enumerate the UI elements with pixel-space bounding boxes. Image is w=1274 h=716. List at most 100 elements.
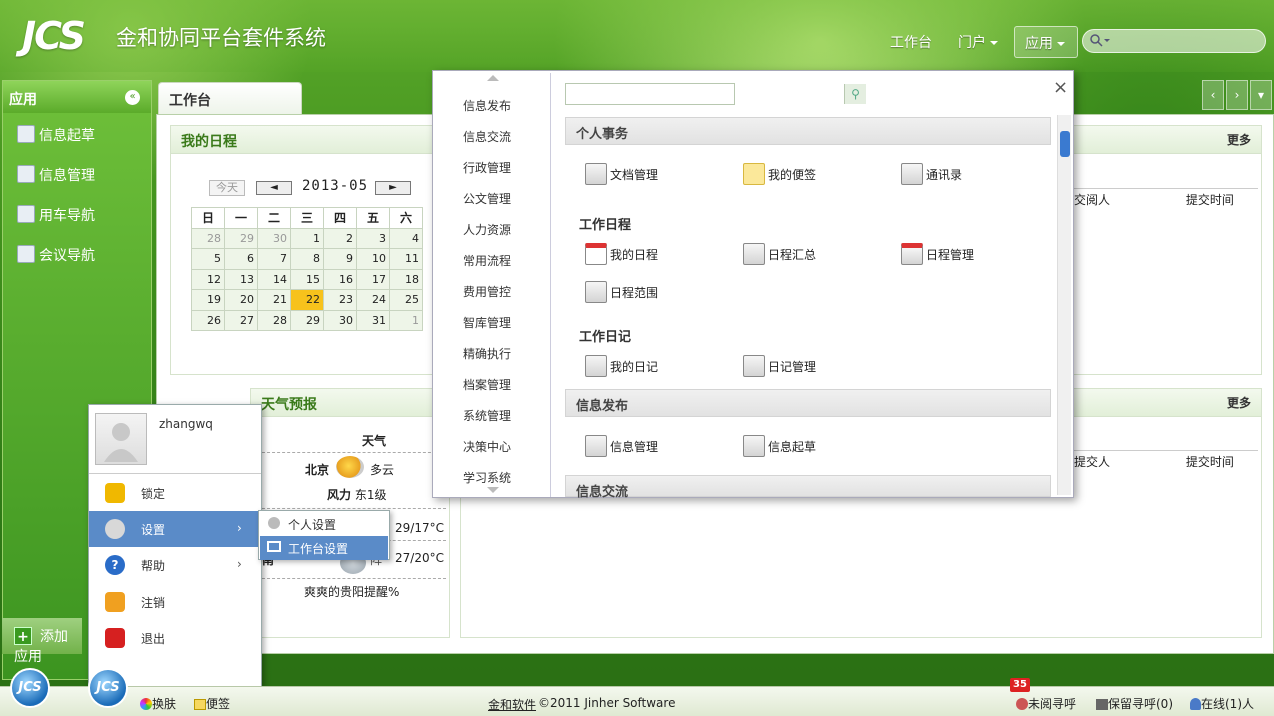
calendar-day[interactable]: 12 [191, 268, 225, 290]
calendar-day[interactable]: 30 [257, 227, 291, 249]
more-link[interactable]: 更多 [1227, 133, 1251, 147]
category-item[interactable]: 系统管理 [435, 399, 549, 430]
left-item-info-manage[interactable]: 信息管理 [3, 157, 151, 193]
category-item[interactable]: 档案管理 [435, 368, 549, 399]
calendar-day[interactable]: 15 [290, 268, 324, 290]
lock-item[interactable]: 锁定 [89, 475, 261, 511]
app-info-draft[interactable]: 信息起草 [743, 435, 816, 457]
prev-month-button[interactable]: ◄ [256, 181, 292, 195]
left-item-draft[interactable]: 信息起草 [3, 117, 151, 153]
calendar-day[interactable]: 28 [191, 227, 225, 249]
calendar-day[interactable]: 4 [389, 227, 423, 249]
category-item[interactable]: 决策中心 [435, 430, 549, 461]
today-button[interactable]: 今天 [209, 180, 245, 196]
app-search-input[interactable]: ⚲ [565, 83, 866, 105]
tab-scroll-right-icon[interactable]: › [1226, 80, 1248, 110]
tab-workbench[interactable]: 工作台 [158, 82, 302, 114]
category-item[interactable]: 费用管控 [435, 275, 549, 306]
nav-workbench[interactable]: 工作台 [890, 32, 932, 52]
calendar-day[interactable]: 25 [389, 289, 423, 311]
category-item[interactable]: 公文管理 [435, 182, 549, 213]
app-doc-manage[interactable]: 文档管理 [585, 163, 658, 185]
calendar-day[interactable]: 14 [257, 268, 291, 290]
calendar-day[interactable]: 2 [323, 227, 357, 249]
exit-item[interactable]: 退出 [89, 620, 261, 656]
unread-pager[interactable]: 未阅寻呼 [1016, 695, 1076, 712]
app-my-notes[interactable]: 我的便签 [743, 163, 816, 185]
brand-link[interactable]: 金和软件 [488, 696, 536, 713]
app-contacts[interactable]: 通讯录 [901, 163, 962, 185]
calendar-day[interactable]: 9 [323, 248, 357, 270]
calendar-day[interactable]: 20 [224, 289, 258, 311]
start-orb[interactable]: JCS [10, 668, 50, 708]
tab-menu-icon[interactable]: ▾ [1250, 80, 1272, 110]
start-orb-active[interactable]: JCS [88, 668, 128, 708]
calendar-day[interactable]: 27 [224, 309, 258, 331]
tab-scroll-left-icon[interactable]: ‹ [1202, 80, 1224, 110]
app-my-schedule[interactable]: 我的日程 [585, 243, 658, 265]
workbench-settings-item[interactable]: 工作台设置 [260, 536, 388, 560]
calendar-day[interactable]: 5 [191, 248, 225, 270]
left-item-car-nav[interactable]: 用车导航 [3, 197, 151, 233]
calendar-day[interactable]: 11 [389, 248, 423, 270]
calendar-day[interactable]: 31 [356, 309, 390, 331]
calendar-day[interactable]: 3 [356, 227, 390, 249]
scroll-down-icon[interactable] [487, 487, 499, 493]
more-link[interactable]: 更多 [1227, 396, 1251, 410]
calendar-day[interactable]: 10 [356, 248, 390, 270]
calendar-day[interactable]: 21 [257, 289, 291, 311]
left-item-meeting-nav[interactable]: 会议导航 [3, 237, 151, 273]
calendar-day[interactable]: 1 [290, 227, 324, 249]
calendar-day[interactable]: 30 [323, 309, 357, 331]
settings-item[interactable]: 设置 › [89, 511, 261, 547]
calendar-day[interactable]: 24 [356, 289, 390, 311]
calendar-day[interactable]: 8 [290, 248, 324, 270]
calendar-day[interactable]: 1 [389, 309, 423, 331]
calendar-day[interactable]: 18 [389, 268, 423, 290]
help-item[interactable]: ? 帮助 › [89, 547, 261, 583]
search-icon[interactable]: ⚲ [844, 84, 866, 104]
logout-item[interactable]: 注销 [89, 584, 261, 620]
calendar-day[interactable]: 29 [290, 309, 324, 331]
online-users[interactable]: 在线(1)人 [1190, 695, 1254, 712]
scroll-up-icon[interactable] [487, 75, 499, 81]
calendar-day[interactable]: 16 [323, 268, 357, 290]
kept-pager[interactable]: 保留寻呼(0) [1096, 695, 1173, 712]
skin-button[interactable]: 换肤 [140, 695, 176, 712]
calendar-day[interactable]: 28 [257, 309, 291, 331]
category-item[interactable]: 行政管理 [435, 151, 549, 182]
app-schedule-manage[interactable]: 日程管理 [901, 243, 974, 265]
close-icon[interactable]: × [1053, 77, 1068, 98]
category-item[interactable]: 智库管理 [435, 306, 549, 337]
app-schedule-scope[interactable]: 日程范围 [585, 281, 658, 303]
calendar-day[interactable]: 22 [290, 289, 324, 311]
note-button[interactable]: 便签 [194, 695, 230, 712]
app-diary-manage[interactable]: 日记管理 [743, 355, 816, 377]
scrollbar-thumb[interactable] [1060, 131, 1070, 157]
category-item[interactable]: 人力资源 [435, 213, 549, 244]
calendar-day[interactable]: 19 [191, 289, 225, 311]
top-search-input[interactable] [1082, 29, 1266, 53]
collapse-icon[interactable]: « [125, 90, 140, 105]
calendar-day[interactable]: 23 [323, 289, 357, 311]
category-item[interactable]: 信息发布 [435, 89, 549, 120]
nav-portal[interactable]: 门户 [958, 32, 998, 52]
calendar-day[interactable]: 17 [356, 268, 390, 290]
personal-settings-item[interactable]: 个人设置 [260, 512, 388, 536]
calendar-day[interactable]: 7 [257, 248, 291, 270]
calendar-day[interactable]: 26 [191, 309, 225, 331]
nav-apps[interactable]: 应用 [1014, 26, 1078, 58]
category-item[interactable]: 精确执行 [435, 337, 549, 368]
app-info-manage[interactable]: 信息管理 [585, 435, 658, 457]
add-app-button[interactable]: + 添加应用 [2, 618, 82, 665]
app-my-diary[interactable]: 我的日记 [585, 355, 658, 377]
calendar-day[interactable]: 29 [224, 227, 258, 249]
dropdown-scrollbar[interactable] [1057, 115, 1071, 495]
category-item[interactable]: 常用流程 [435, 244, 549, 275]
category-item[interactable]: 信息交流 [435, 120, 549, 151]
next-month-button[interactable]: ► [375, 181, 411, 195]
calendar-day[interactable]: 6 [224, 248, 258, 270]
calendar-day[interactable]: 13 [224, 268, 258, 290]
app-schedule-summary[interactable]: 日程汇总 [743, 243, 816, 265]
section-info-pub: 信息发布 [565, 389, 1051, 417]
